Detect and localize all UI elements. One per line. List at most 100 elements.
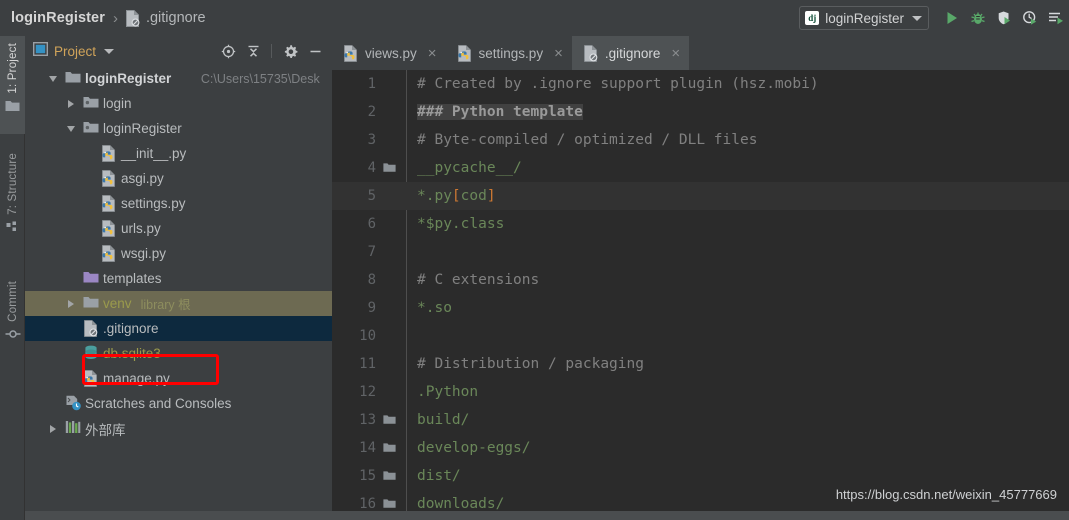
tree-row[interactable]: .gitignore: [25, 316, 332, 341]
sidebar-item-structure[interactable]: 7: Structure: [0, 146, 25, 258]
code-token: __pycache__/: [417, 160, 522, 176]
fold-folder-icon[interactable]: [383, 441, 397, 453]
coverage-icon[interactable]: [991, 3, 1017, 33]
debug-icon[interactable]: [965, 3, 991, 33]
run-icon[interactable]: [939, 3, 965, 33]
code-line[interactable]: 7: [332, 238, 1069, 266]
code-line[interactable]: 1 # Created by .ignore support plugin (hs…: [332, 70, 1069, 98]
collapse-all-icon[interactable]: [242, 40, 264, 62]
sidebar-item-structure-label: 7: Structure: [6, 153, 19, 215]
chevron-down-icon[interactable]: [47, 73, 59, 85]
tree-row-label: urls.py: [121, 221, 161, 236]
sidebar-item-project-label: 1: Project: [6, 43, 19, 94]
profile-icon[interactable]: [1017, 3, 1043, 33]
project-panel-header: Project: [25, 36, 332, 66]
code-line[interactable]: 5 *.py[cod]: [332, 182, 1069, 210]
tree-row[interactable]: login: [25, 91, 332, 116]
tree-row[interactable]: loginRegister C:\Users\15735\Desk: [25, 66, 332, 91]
tree-row[interactable]: loginRegister: [25, 116, 332, 141]
code-line[interactable]: 3 # Byte-compiled / optimized / DLL files: [332, 126, 1069, 154]
code-token: downloads/: [417, 496, 505, 512]
close-icon[interactable]: ×: [554, 46, 563, 61]
tree-row[interactable]: urls.py: [25, 216, 332, 241]
tree-row[interactable]: manage.py: [25, 366, 332, 391]
python-file-icon: [101, 245, 117, 262]
code-line[interactable]: 2 ### Python template: [332, 98, 1069, 126]
project-chevron-down-icon[interactable]: [104, 48, 115, 54]
code-editor[interactable]: 1 # Created by .ignore support plugin (hs…: [332, 70, 1069, 520]
chevron-down-icon[interactable]: [65, 123, 77, 135]
tree-row[interactable]: 外部库: [25, 416, 332, 441]
tree-row-label: __init__.py: [121, 146, 187, 161]
code-line[interactable]: 11 # Distribution / packaging: [332, 350, 1069, 378]
tree-row-label: .gitignore: [103, 321, 159, 336]
fold-folder-icon[interactable]: [383, 161, 397, 173]
tree-row[interactable]: db.sqlite3: [25, 341, 332, 366]
code-line[interactable]: 8 # C extensions: [332, 266, 1069, 294]
fold-folder-icon[interactable]: [383, 497, 397, 509]
pycharm-window: loginRegister › .gitignore dj loginRegis…: [0, 0, 1069, 520]
code-token: # C extensions: [417, 272, 540, 288]
code-text: __pycache__/: [417, 154, 522, 182]
project-tree[interactable]: loginRegister C:\Users\15735\Desk login log…: [25, 66, 332, 520]
external-libraries-icon: [65, 420, 81, 436]
tree-row-label: db.sqlite3: [103, 346, 161, 361]
line-number: 13: [359, 412, 376, 428]
code-line[interactable]: 14 develop-eggs/: [332, 434, 1069, 462]
code-text: # C extensions: [417, 266, 539, 294]
tree-row[interactable]: __init__.py: [25, 141, 332, 166]
tree-row[interactable]: templates: [25, 266, 332, 291]
run-configuration-selector[interactable]: dj loginRegister: [799, 6, 929, 30]
chevron-right-icon[interactable]: [65, 98, 77, 110]
close-icon[interactable]: ×: [428, 46, 437, 61]
code-line[interactable]: 15 dist/: [332, 462, 1069, 490]
toolbar-divider: [271, 44, 272, 58]
code-text: .Python: [417, 378, 478, 406]
hide-icon[interactable]: [304, 40, 326, 62]
editor-tab-label: .gitignore: [604, 45, 661, 61]
toolbar-actions: dj loginRegister: [799, 0, 1069, 36]
sidebar-item-project[interactable]: 1: Project: [0, 36, 25, 134]
tree-row[interactable]: venv library 根: [25, 291, 332, 316]
line-number: 9: [367, 300, 376, 316]
code-text: ### Python template: [417, 98, 583, 126]
structure-icon: [6, 220, 20, 238]
editor-tab[interactable]: settings.py ×: [446, 36, 572, 70]
fold-folder-icon[interactable]: [383, 413, 397, 425]
code-line[interactable]: 10: [332, 322, 1069, 350]
code-line[interactable]: 6 *$py.class: [332, 210, 1069, 238]
line-number: 11: [359, 356, 376, 372]
folder-icon: [83, 295, 99, 311]
chevron-right-icon[interactable]: [47, 423, 59, 435]
tree-row[interactable]: asgi.py: [25, 166, 332, 191]
close-icon[interactable]: ×: [671, 46, 680, 61]
tree-row[interactable]: Scratches and Consoles: [25, 391, 332, 416]
project-panel-title: Project: [54, 43, 97, 59]
line-number: 1: [367, 76, 376, 92]
breadcrumb-project[interactable]: loginRegister: [11, 10, 105, 26]
locate-icon[interactable]: [217, 40, 239, 62]
code-line[interactable]: 12 .Python: [332, 378, 1069, 406]
fold-folder-icon[interactable]: [383, 469, 397, 481]
editor-tab-label: views.py: [365, 45, 417, 61]
status-bar: [25, 511, 1069, 520]
editor-tab-label: settings.py: [478, 45, 544, 61]
code-line[interactable]: 13 build/: [332, 406, 1069, 434]
sidebar-item-commit[interactable]: Commit: [0, 274, 25, 366]
settings-gear-icon[interactable]: [279, 40, 301, 62]
sidebar-item-commit-label: Commit: [6, 281, 19, 322]
editor-tab[interactable]: views.py ×: [332, 36, 446, 70]
code-line[interactable]: 9 *.so: [332, 294, 1069, 322]
breadcrumb-file[interactable]: .gitignore: [146, 10, 206, 26]
tree-row[interactable]: settings.py: [25, 191, 332, 216]
line-number: 15: [359, 468, 376, 484]
editor-tab[interactable]: .gitignore ×: [571, 36, 690, 70]
code-token: build/: [417, 412, 470, 428]
code-text: build/: [417, 406, 469, 434]
editor-area: views.py × settings.py × .gitignore × 1 # Crea…: [332, 36, 1069, 520]
run-with-console-icon[interactable]: [1043, 3, 1069, 33]
chevron-right-icon[interactable]: [65, 298, 77, 310]
left-tool-window-bar: 1: Project 7: Structure Commit: [0, 36, 25, 520]
tree-row[interactable]: wsgi.py: [25, 241, 332, 266]
code-line[interactable]: 4 __pycache__/: [332, 154, 1069, 182]
